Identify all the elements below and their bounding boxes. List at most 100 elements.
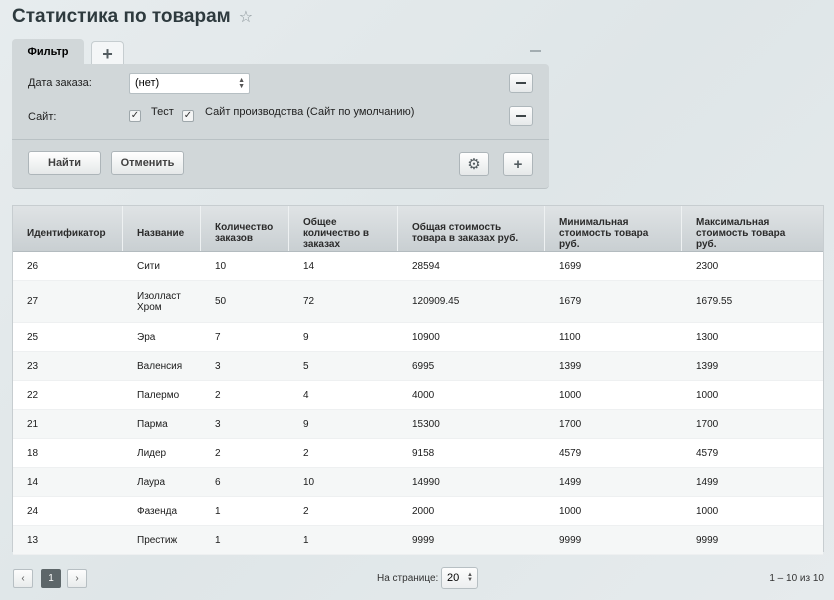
add-filter-field-button[interactable]: + (503, 152, 533, 176)
star-icon[interactable]: ☆ (239, 7, 253, 27)
cell-col-id: 18 (13, 439, 123, 467)
cell-text: 9999 (696, 534, 719, 546)
header-col-min[interactable]: Минимальная стоимость товара руб. (545, 206, 682, 251)
cell-col-id: 13 (13, 526, 123, 554)
cell-text: 2300 (696, 260, 719, 272)
header-col-max[interactable]: Максимальная стоимость товара руб. (682, 206, 823, 251)
header-text: Идентификатор (27, 227, 106, 239)
order-date-value: (нет) (135, 77, 160, 89)
current-page-button[interactable]: 1 (41, 569, 61, 588)
header-text: Общая стоимость (412, 222, 502, 233)
table-row[interactable]: 21 Парма 3 9 15300 1700 1700 (13, 410, 823, 439)
header-text: количество в (303, 227, 369, 239)
header-text: Количество (215, 222, 274, 233)
tab-filter[interactable]: Фильтр (12, 39, 84, 65)
table-row[interactable]: 13 Престиж 1 1 9999 9999 9999 (13, 526, 823, 555)
collapse-filter-icon[interactable] (530, 50, 541, 52)
cell-col-qty: 10 (289, 468, 398, 496)
cell-text: Фазенда (137, 505, 178, 517)
table-body: 26 Сити 10 14 28594 1699 2300 27 Изолласт Хром 50 7… (13, 252, 823, 555)
header-col-id[interactable]: Идентификатор (13, 206, 123, 251)
cell-text: 1 (215, 534, 221, 546)
cell-text: 1499 (559, 476, 582, 488)
table-row[interactable]: 26 Сити 10 14 28594 1699 2300 (13, 252, 823, 281)
cell-text: 1100 (559, 331, 581, 343)
table-row[interactable]: 18 Лидер 2 2 9158 4579 4579 (13, 439, 823, 468)
cell-text: Лаура (137, 476, 166, 488)
table-row[interactable]: 25 Эра 7 9 10900 1100 1300 (13, 323, 823, 352)
header-col-total[interactable]: Общая стоимость товара в заказах руб. (398, 206, 545, 251)
remove-order-date-button[interactable] (509, 73, 533, 93)
cell-text: 4000 (412, 389, 435, 401)
cell-text: 72 (303, 296, 315, 307)
cell-col-max: 1300 (682, 323, 823, 351)
cell-col-max: 1700 (682, 410, 823, 438)
cell-text: 1 (303, 534, 309, 546)
header-col-orders[interactable]: Количество заказов (201, 206, 289, 251)
site-label: Сайт: (28, 111, 57, 123)
cell-text: 2 (215, 447, 221, 459)
cell-col-max: 1000 (682, 381, 823, 409)
cell-col-orders: 7 (201, 323, 289, 351)
table-row[interactable]: 23 Валенсия 3 5 6995 1399 1399 (13, 352, 823, 381)
cell-text: 1679 (559, 296, 582, 307)
cancel-button[interactable]: Отменить (111, 151, 184, 175)
cell-col-orders: 10 (201, 252, 289, 280)
table-row[interactable]: 27 Изолласт Хром 50 72 120909.45 1679 1679.55 (13, 281, 823, 323)
stats-table: Идентификатор Название Количество заказов Об… (12, 205, 824, 555)
cell-text: 24 (27, 505, 39, 517)
cell-text: 1699 (559, 260, 582, 272)
cell-col-total: 6995 (398, 352, 545, 380)
remove-site-button[interactable] (509, 106, 533, 126)
cell-text: 10 (215, 260, 227, 272)
cell-col-max: 4579 (682, 439, 823, 467)
find-button[interactable]: Найти (28, 151, 101, 175)
site-test-label: Тест (151, 106, 174, 118)
header-text: стоимость товара (559, 227, 649, 239)
table-row[interactable]: 24 Фазенда 1 2 2000 1000 1000 (13, 497, 823, 526)
table-row[interactable]: 22 Палермо 2 4 4000 1000 1000 (13, 381, 823, 410)
next-page-button[interactable]: › (67, 569, 87, 588)
site-production-checkbox[interactable]: ✓ (182, 110, 194, 122)
header-text: стоимость товара (696, 227, 786, 239)
cell-col-id: 21 (13, 410, 123, 438)
cell-text: 1700 (696, 418, 719, 430)
cell-text: 15300 (412, 418, 440, 430)
cell-col-qty: 4 (289, 381, 398, 409)
cell-col-orders: 3 (201, 410, 289, 438)
cell-col-name: Изолласт Хром (123, 281, 201, 322)
cell-col-qty: 14 (289, 252, 398, 280)
minus-icon (516, 115, 526, 117)
cell-text: 2 (303, 505, 309, 517)
cell-col-id: 24 (13, 497, 123, 525)
cell-col-min: 1000 (545, 381, 682, 409)
site-test-checkbox[interactable]: ✓ (129, 110, 141, 122)
cell-text: 27 (27, 296, 39, 307)
cell-col-max: 1499 (682, 468, 823, 496)
header-col-qty[interactable]: Общее количество в заказах (289, 206, 398, 251)
cell-text: 23 (27, 360, 39, 372)
header-col-name[interactable]: Название (123, 206, 201, 251)
cell-text: 3 (215, 418, 221, 430)
cell-text: 4579 (696, 447, 719, 459)
add-filter-tab-button[interactable]: + (91, 41, 124, 65)
cell-col-total: 2000 (398, 497, 545, 525)
cell-col-total: 4000 (398, 381, 545, 409)
per-page-select[interactable]: 20 ▲ ▼ (441, 567, 478, 589)
cell-text: Палермо (137, 389, 180, 401)
prev-page-button[interactable]: ‹ (13, 569, 33, 588)
cell-col-qty: 72 (289, 281, 398, 322)
cell-text: Лидер (137, 447, 167, 459)
filter-panel: Дата заказа: (нет) ▲ ▼ Сайт: ✓ Тест ✓ Сай… (12, 64, 549, 189)
cell-col-orders: 6 (201, 468, 289, 496)
cell-text: 7 (215, 331, 221, 343)
cell-text: 25 (27, 331, 39, 343)
cell-col-name: Престиж (123, 526, 201, 554)
table-row[interactable]: 14 Лаура 6 10 14990 1499 1499 (13, 468, 823, 497)
cell-col-qty: 9 (289, 410, 398, 438)
cell-text: 21 (27, 418, 39, 430)
cell-text: Валенсия (137, 360, 183, 372)
order-date-select[interactable]: (нет) ▲ ▼ (129, 73, 250, 94)
filter-settings-button[interactable]: ⚙ (459, 152, 489, 176)
table-header: Идентификатор Название Количество заказов Об… (13, 206, 823, 252)
